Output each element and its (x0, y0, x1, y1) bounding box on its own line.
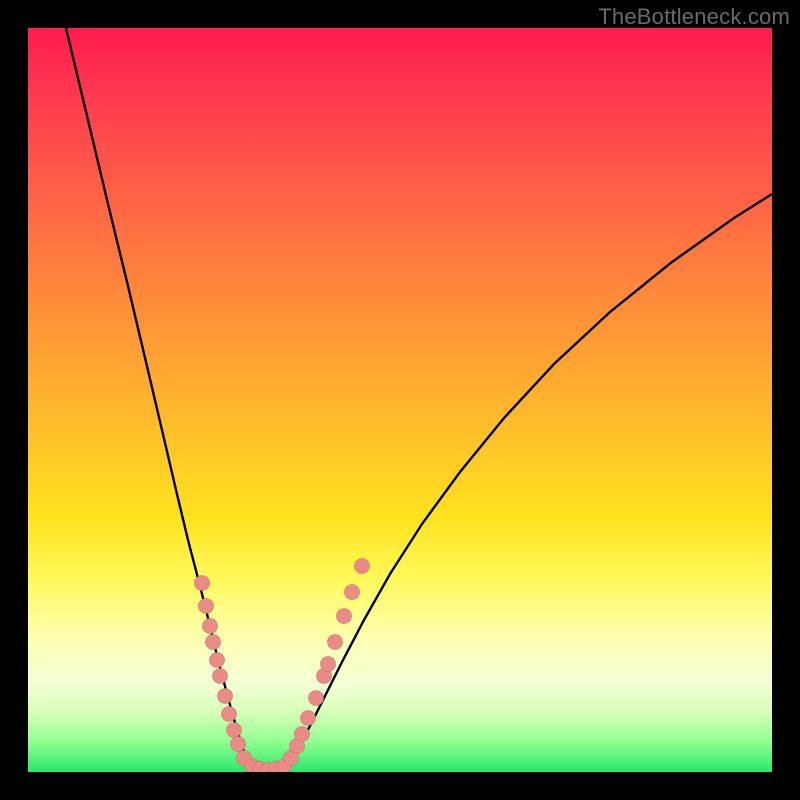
marker-dot (231, 737, 246, 752)
marker-dot (227, 723, 242, 738)
watermark-text: TheBottleneck.com (598, 4, 790, 30)
marker-dot (345, 585, 360, 600)
dot-layer (195, 559, 370, 773)
marker-dot (203, 619, 218, 634)
outer-frame: TheBottleneck.com (0, 0, 800, 800)
plot-area (28, 28, 772, 772)
marker-dot (321, 657, 336, 672)
marker-dot (206, 635, 221, 650)
marker-dot (222, 707, 237, 722)
marker-dot (218, 689, 233, 704)
marker-dot (295, 727, 310, 742)
curve-overlay (28, 28, 772, 772)
marker-dot (213, 669, 228, 684)
marker-dot (199, 599, 214, 614)
bottleneck-curve (66, 28, 772, 770)
marker-dot (195, 576, 210, 591)
curve-right (288, 194, 772, 764)
marker-dot (301, 711, 316, 726)
marker-dot (355, 559, 370, 574)
marker-dot (309, 691, 324, 706)
marker-dot (210, 653, 225, 668)
marker-dot (328, 635, 343, 650)
marker-dot (337, 609, 352, 624)
